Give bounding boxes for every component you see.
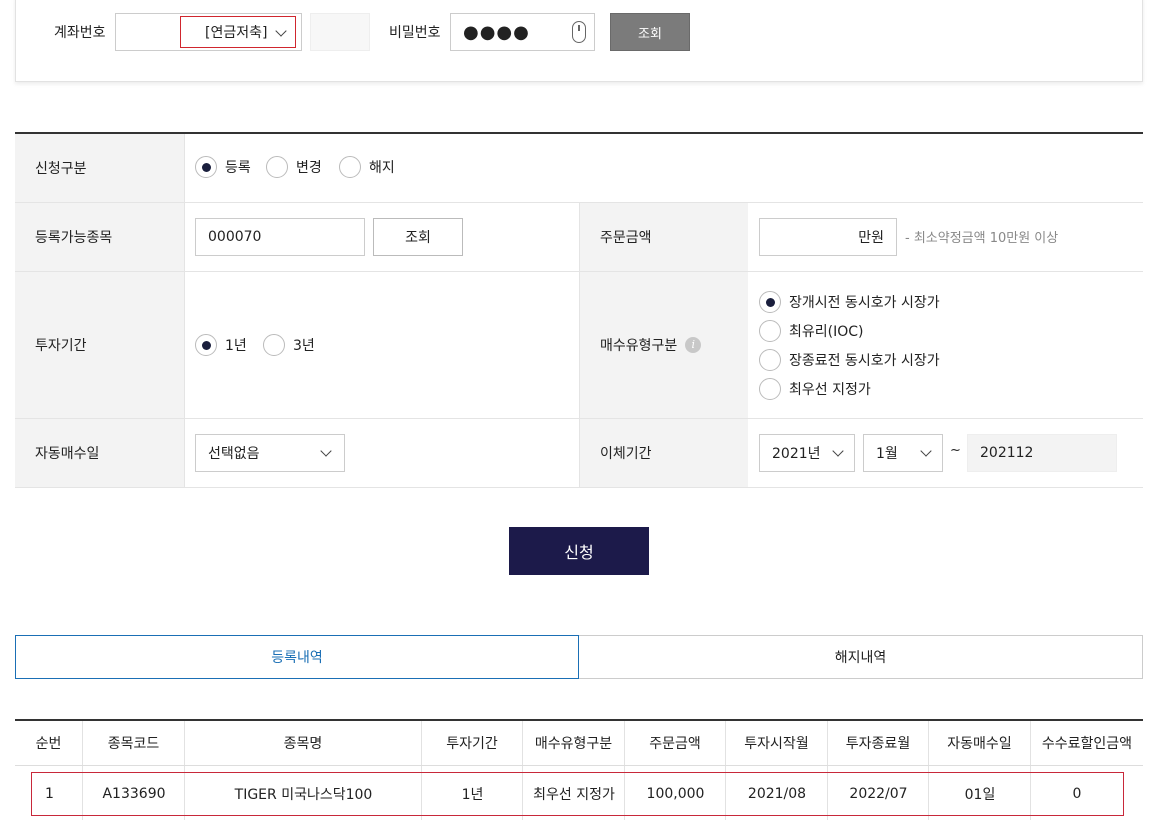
auto-buy-label: 자동매수일 xyxy=(15,419,184,487)
tab-cancelled[interactable]: 해지내역 xyxy=(578,635,1143,679)
chevron-down-icon xyxy=(920,445,932,457)
col-period: 투자기간 xyxy=(421,721,522,765)
row-seq: 1 xyxy=(45,786,54,802)
chevron-down-icon xyxy=(320,445,332,457)
apply-option-change[interactable]: 변경 xyxy=(266,156,322,178)
row-end: 2022/07 xyxy=(849,786,908,802)
buy-type-option-pre-close[interactable]: 장종료전 동시호가 시장가 xyxy=(759,349,940,371)
transfer-year-select[interactable]: 2021년 xyxy=(759,434,855,472)
buy-type-option-ioc[interactable]: 최유리(IOC) xyxy=(759,320,864,342)
buy-type-option-pre-open[interactable]: 장개시전 동시호가 시장가 xyxy=(759,291,940,313)
order-amount-label: 주문금액 xyxy=(579,203,748,271)
radio-icon xyxy=(759,378,781,400)
apply-option-cancel[interactable]: 해지 xyxy=(339,156,395,178)
application-form: 신청구분 등록 변경 해지 등록가능종목 000070 조회 주문금액 만원 -… xyxy=(15,132,1143,488)
radio-icon xyxy=(266,156,288,178)
transfer-period-label: 이체기간 xyxy=(579,419,748,487)
registration-table: 순번 종목코드 종목명 투자기간 매수유형구분 주문금액 투자시작월 투자종료월… xyxy=(15,719,1143,820)
auto-buy-select[interactable]: 선택없음 xyxy=(195,434,345,472)
row-code: A133690 xyxy=(102,786,166,802)
row-start: 2021/08 xyxy=(747,786,807,802)
apply-type-label: 신청구분 xyxy=(15,134,184,202)
radio-icon xyxy=(759,320,781,342)
chevron-down-icon xyxy=(275,25,287,37)
history-tabs: 등록내역 해지내역 xyxy=(15,635,1143,679)
period-option-1y[interactable]: 1년 xyxy=(195,334,247,356)
radio-selected-icon xyxy=(759,291,781,313)
account-query-button[interactable]: 조회 xyxy=(610,13,690,51)
table-header: 순번 종목코드 종목명 투자기간 매수유형구분 주문금액 투자시작월 투자종료월… xyxy=(15,721,1143,766)
stock-label: 등록가능종목 xyxy=(15,203,184,271)
submit-button[interactable]: 신청 xyxy=(509,527,649,575)
row-discount: 0 xyxy=(1072,786,1082,802)
radio-selected-icon xyxy=(195,334,217,356)
password-mask: ●●●● xyxy=(463,21,530,43)
col-name: 종목명 xyxy=(184,721,421,765)
transfer-tilde: ~ xyxy=(950,443,961,458)
period-label: 투자기간 xyxy=(15,272,184,418)
buy-type-option-best-limit[interactable]: 최우선 지정가 xyxy=(759,378,871,400)
account-suffix-field xyxy=(310,13,370,51)
radio-icon xyxy=(339,156,361,178)
chevron-down-icon xyxy=(832,445,844,457)
col-seq: 순번 xyxy=(35,736,62,752)
radio-icon xyxy=(759,349,781,371)
account-select[interactable]: [연금저축] xyxy=(115,13,302,51)
account-type-dropdown[interactable]: [연금저축] xyxy=(180,16,296,48)
row-period: 1년 xyxy=(461,787,484,803)
row-amount: 100,000 xyxy=(646,786,705,802)
col-discount: 수수료할인금액 xyxy=(1030,721,1143,765)
col-buy-type: 매수유형구분 xyxy=(522,721,624,765)
row-buy-type: 최우선 지정가 xyxy=(533,787,615,803)
order-amount-input[interactable]: 만원 xyxy=(759,218,897,256)
virtual-keyboard-mouse-icon[interactable] xyxy=(572,21,586,43)
row-name: TIGER 미국나스닥100 xyxy=(234,787,373,803)
apply-option-register[interactable]: 등록 xyxy=(195,156,251,178)
col-start: 투자시작월 xyxy=(725,721,827,765)
row-auto-day: 01일 xyxy=(964,787,996,803)
radio-selected-icon xyxy=(195,156,217,178)
account-number-label: 계좌번호 xyxy=(54,25,106,41)
col-end: 투자종료월 xyxy=(827,721,928,765)
column-divider xyxy=(184,134,185,488)
account-type-value: [연금저축] xyxy=(205,25,268,41)
stock-query-button[interactable]: 조회 xyxy=(373,218,463,256)
period-option-3y[interactable]: 3년 xyxy=(263,334,315,356)
transfer-month-select[interactable]: 1월 xyxy=(863,434,943,472)
order-amount-hint: - 최소약정금액 10만원 이상 xyxy=(905,231,1059,246)
table-row[interactable]: 1 A133690 TIGER 미국나스닥100 1년 최우선 지정가 100,… xyxy=(31,772,1124,816)
col-amount: 주문금액 xyxy=(624,721,725,765)
col-auto-day: 자동매수일 xyxy=(928,721,1030,765)
info-icon[interactable]: i xyxy=(685,337,702,353)
tab-registered[interactable]: 등록내역 xyxy=(15,635,579,679)
stock-code-input[interactable]: 000070 xyxy=(195,218,365,256)
col-code: 종목코드 xyxy=(82,721,184,765)
buy-type-label: 매수유형구분 i xyxy=(579,272,748,418)
password-label: 비밀번호 xyxy=(389,25,441,41)
transfer-end-field: 202112 xyxy=(967,434,1117,472)
radio-icon xyxy=(263,334,285,356)
